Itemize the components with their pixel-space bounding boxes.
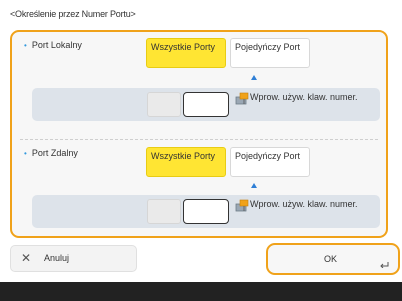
footer-bar [0, 282, 402, 301]
page-title: <Określenie przez Numer Portu> [10, 9, 136, 19]
local-all-ports-button[interactable]: Wszystkie Porty [146, 38, 226, 68]
local-port-input-disabled [147, 92, 181, 117]
remote-port-input[interactable] [183, 199, 229, 224]
bullet-icon: • [24, 149, 27, 158]
remote-port-section: • Port Zdalny Wszystkie Porty Pojedyńczy … [12, 140, 386, 236]
keyboard-input-label[interactable]: Wprow. używ. klaw. numer. [250, 92, 360, 102]
up-arrow-icon [251, 75, 257, 80]
remote-port-label-text: Port Zdalny [31, 148, 78, 158]
local-port-input-row: Wprow. używ. klaw. numer. [32, 88, 380, 121]
remote-all-ports-button[interactable]: Wszystkie Porty [146, 147, 226, 177]
ok-button[interactable]: OK [266, 243, 400, 275]
local-port-label-text: Port Lokalny [31, 40, 82, 50]
ok-label: OK [324, 254, 338, 264]
keyboard-icon[interactable] [235, 92, 249, 106]
cancel-label: Anuluj [44, 253, 70, 263]
local-port-section: • Port Lokalny Wszystkie Porty Pojedyńczy… [12, 32, 386, 132]
local-single-port-button[interactable]: Pojedyńczy Port [230, 38, 310, 68]
local-port-label: • Port Lokalny [24, 40, 82, 50]
keyboard-icon[interactable] [235, 199, 249, 213]
bullet-icon: • [24, 41, 27, 50]
settings-panel: • Port Lokalny Wszystkie Porty Pojedyńczy… [10, 30, 388, 238]
keyboard-input-label[interactable]: Wprow. używ. klaw. numer. [250, 199, 360, 209]
cancel-button[interactable]: ✕ Anuluj [10, 245, 137, 272]
remote-port-input-row: Wprow. używ. klaw. numer. [32, 195, 380, 228]
remote-single-port-button[interactable]: Pojedyńczy Port [230, 147, 310, 177]
enter-icon [380, 262, 389, 268]
local-port-input[interactable] [183, 92, 229, 117]
close-icon: ✕ [21, 251, 32, 265]
remote-port-input-disabled [147, 199, 181, 224]
up-arrow-icon [251, 183, 257, 188]
remote-port-label: • Port Zdalny [24, 148, 78, 158]
